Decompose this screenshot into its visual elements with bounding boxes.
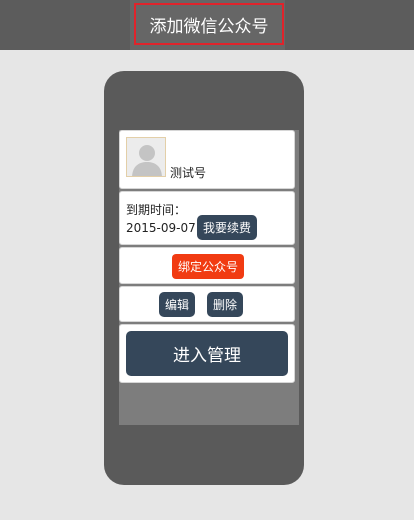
- bind-card: 绑定公众号: [119, 247, 295, 284]
- page-title: 添加微信公众号: [134, 3, 284, 45]
- delete-button[interactable]: 删除: [207, 292, 243, 317]
- expiry-label: 到期时间：: [126, 203, 187, 217]
- account-name: 测试号: [170, 166, 207, 180]
- actions-card: 编辑 删除: [119, 286, 295, 322]
- edit-button[interactable]: 编辑: [159, 292, 195, 317]
- default-user-avatar-icon: [126, 137, 166, 177]
- expiry-card: 到期时间： 2015-09-07 我要续费: [119, 191, 295, 245]
- phone-frame: 测试号 到期时间： 2015-09-07 我要续费 绑定公众号 编辑 删除 进入…: [104, 71, 304, 485]
- enter-management-button[interactable]: 进入管理: [126, 331, 288, 376]
- renew-button[interactable]: 我要续费: [197, 215, 257, 240]
- top-bar: 添加微信公众号: [0, 0, 414, 50]
- bind-account-button[interactable]: 绑定公众号: [172, 254, 244, 279]
- account-card: 测试号: [119, 130, 295, 189]
- expiry-date: 2015-09-07: [126, 221, 196, 235]
- manage-card: 进入管理: [119, 324, 295, 383]
